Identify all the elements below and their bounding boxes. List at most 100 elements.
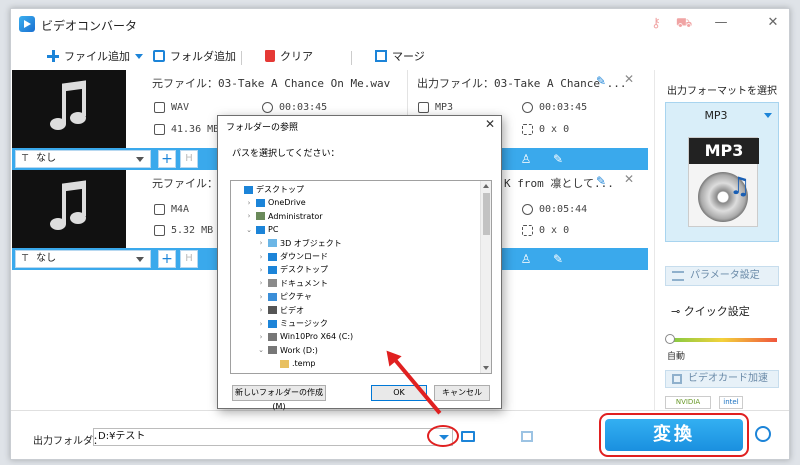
tree-item[interactable]: › OneDrive	[245, 196, 306, 209]
cancel-button[interactable]: キャンセル	[434, 385, 490, 401]
quick-settings-label: ⊸ クイック設定	[671, 305, 750, 318]
gpu-acceleration-button[interactable]: ビデオカード加速	[665, 370, 779, 388]
source-file-name: 元ファイル：03-Take A Chance On Me.wav	[152, 77, 391, 90]
add-file-dropdown[interactable]	[135, 47, 143, 65]
folder-tree[interactable]: デスクトップ › OneDrive › Administrator ⌄ PC › 3D オブジェ…	[230, 180, 492, 374]
chevron-right-icon[interactable]: ›	[245, 199, 253, 207]
tree-item[interactable]: › デスクトップ	[257, 263, 328, 276]
scroll-down-icon[interactable]	[483, 366, 489, 370]
chevron-right-icon[interactable]: ›	[257, 253, 265, 261]
dialog-close-button[interactable]: ✕	[485, 117, 495, 131]
subtitle-option-button[interactable]: H	[180, 150, 198, 168]
tree-item-label: PC	[268, 225, 279, 235]
add-folder-label: フォルダ追加	[170, 50, 236, 63]
resolution-icon	[522, 124, 533, 135]
auto-label: 自動	[667, 352, 686, 362]
picture-icon	[268, 292, 277, 301]
slider-handle[interactable]	[665, 334, 675, 344]
remove-item-button[interactable]: ✕	[624, 172, 634, 186]
tree-item[interactable]: › 3D オブジェクト	[257, 237, 342, 250]
toolbar-divider	[351, 51, 352, 65]
chevron-right-icon[interactable]: ›	[245, 212, 253, 220]
subtitle-option-button[interactable]: H	[180, 250, 198, 268]
chevron-down-icon	[136, 157, 144, 162]
tree-item-label: 3D オブジェクト	[280, 238, 342, 248]
chevron-right-icon[interactable]: ›	[257, 320, 265, 328]
chevron-right-icon[interactable]: ›	[257, 293, 265, 301]
tree-item[interactable]: .temp	[269, 357, 315, 370]
tree-item[interactable]: ⌄ Work (D:)	[257, 344, 318, 357]
src-format: M4A	[154, 204, 189, 215]
tree-item[interactable]: › Win10Pro X64 (C:)	[257, 330, 354, 343]
edit-icon[interactable]: ✎	[550, 151, 566, 167]
edit-icon[interactable]: ✎	[550, 251, 566, 267]
tree-item[interactable]: › ドキュメント	[257, 277, 328, 290]
music-icon	[268, 319, 277, 328]
tree-item[interactable]: › ピクチャ	[257, 290, 312, 303]
chevron-right-icon[interactable]: ›	[257, 239, 265, 247]
remove-item-button[interactable]: ✕	[624, 72, 634, 86]
add-subtitle-button[interactable]: +	[158, 250, 176, 268]
file-size-icon	[154, 124, 165, 135]
tree-item[interactable]: › Administrator	[245, 210, 323, 223]
new-folder-button[interactable]: 新しいフォルダーの作成(M)	[232, 385, 326, 411]
output-folder-dropdown[interactable]	[427, 425, 459, 447]
alarm-clock-icon[interactable]	[755, 426, 771, 442]
chevron-right-icon[interactable]: ›	[257, 266, 265, 274]
scroll-thumb[interactable]	[483, 193, 490, 235]
tree-item[interactable]: ⌄ PC	[245, 223, 278, 236]
add-subtitle-button[interactable]: +	[158, 150, 176, 168]
tree-item-label: Win10Pro X64 (C:)	[280, 332, 354, 342]
tree-item-label: ミュージック	[280, 319, 328, 328]
intel-badge: intel	[719, 396, 743, 409]
scroll-up-icon[interactable]	[483, 184, 489, 188]
chevron-right-icon[interactable]: ›	[257, 306, 265, 314]
add-file-button[interactable]: ファイル追加	[47, 47, 130, 65]
drive-icon	[268, 332, 277, 341]
tree-scrollbar[interactable]	[480, 181, 491, 373]
tree-item[interactable]: デスクトップ	[233, 183, 304, 196]
merge-button[interactable]: マージ	[375, 47, 425, 65]
format-selector[interactable]: MP3 MP3 ♫	[665, 102, 779, 242]
parameter-settings-button[interactable]: パラメータ設定	[665, 266, 779, 286]
tree-item-label: ダウンロード	[280, 252, 328, 261]
quality-slider[interactable]	[667, 338, 777, 342]
folder-browse-dialog: フォルダーの参照 ✕ パスを選択してください： デスクトップ › OneDrive ›…	[217, 115, 502, 411]
format-panel-header: 出力フォーマットを選択	[667, 86, 777, 97]
clear-button[interactable]: クリア	[265, 47, 313, 65]
add-folder-button[interactable]: フォルダ追加	[153, 47, 236, 65]
tree-item[interactable]: › ダウンロード	[257, 250, 328, 263]
tree-item-label: ビデオ	[280, 305, 304, 315]
output-folder-input[interactable]: D:¥テスト	[93, 428, 453, 446]
subtitle-select[interactable]: T なし	[15, 250, 151, 268]
chevron-right-icon[interactable]: ›	[257, 279, 265, 287]
cart-icon[interactable]: ⛟	[675, 15, 693, 33]
src-size: 41.36 MB	[154, 124, 219, 135]
edit-name-icon[interactable]: ✎	[596, 174, 606, 188]
chevron-right-icon[interactable]: ›	[257, 333, 265, 341]
chevron-down-icon[interactable]: ⌄	[245, 226, 253, 234]
tree-item[interactable]: › ビデオ	[257, 304, 304, 317]
subtitle-select[interactable]: T なし	[15, 150, 151, 168]
tree-item[interactable]: › ミュージック	[257, 317, 328, 330]
src-duration: 00:03:45	[262, 102, 327, 113]
file-thumbnail	[12, 70, 126, 148]
video-folder-icon[interactable]	[521, 431, 533, 442]
chevron-down-icon	[439, 435, 449, 440]
chevron-down-icon[interactable]: ⌄	[257, 346, 265, 354]
format-icon	[154, 204, 165, 215]
edit-name-icon[interactable]: ✎	[596, 74, 606, 88]
minimize-button[interactable]: —	[711, 13, 731, 33]
key-icon[interactable]: ⚷	[647, 15, 665, 33]
out-resolution: 0 x 0	[522, 225, 569, 236]
source-file-name: 元ファイル：	[152, 177, 218, 190]
video-icon	[268, 306, 277, 315]
tree-item-label: デスクトップ	[256, 185, 304, 194]
watermark-icon[interactable]: ♙	[518, 251, 534, 267]
close-window-button[interactable]: ✕	[763, 13, 783, 33]
format-icon	[154, 102, 165, 113]
open-folder-icon[interactable]	[461, 431, 475, 442]
watermark-icon[interactable]: ♙	[518, 151, 534, 167]
convert-button[interactable]: 変換	[605, 419, 743, 451]
file-size-icon	[154, 225, 165, 236]
